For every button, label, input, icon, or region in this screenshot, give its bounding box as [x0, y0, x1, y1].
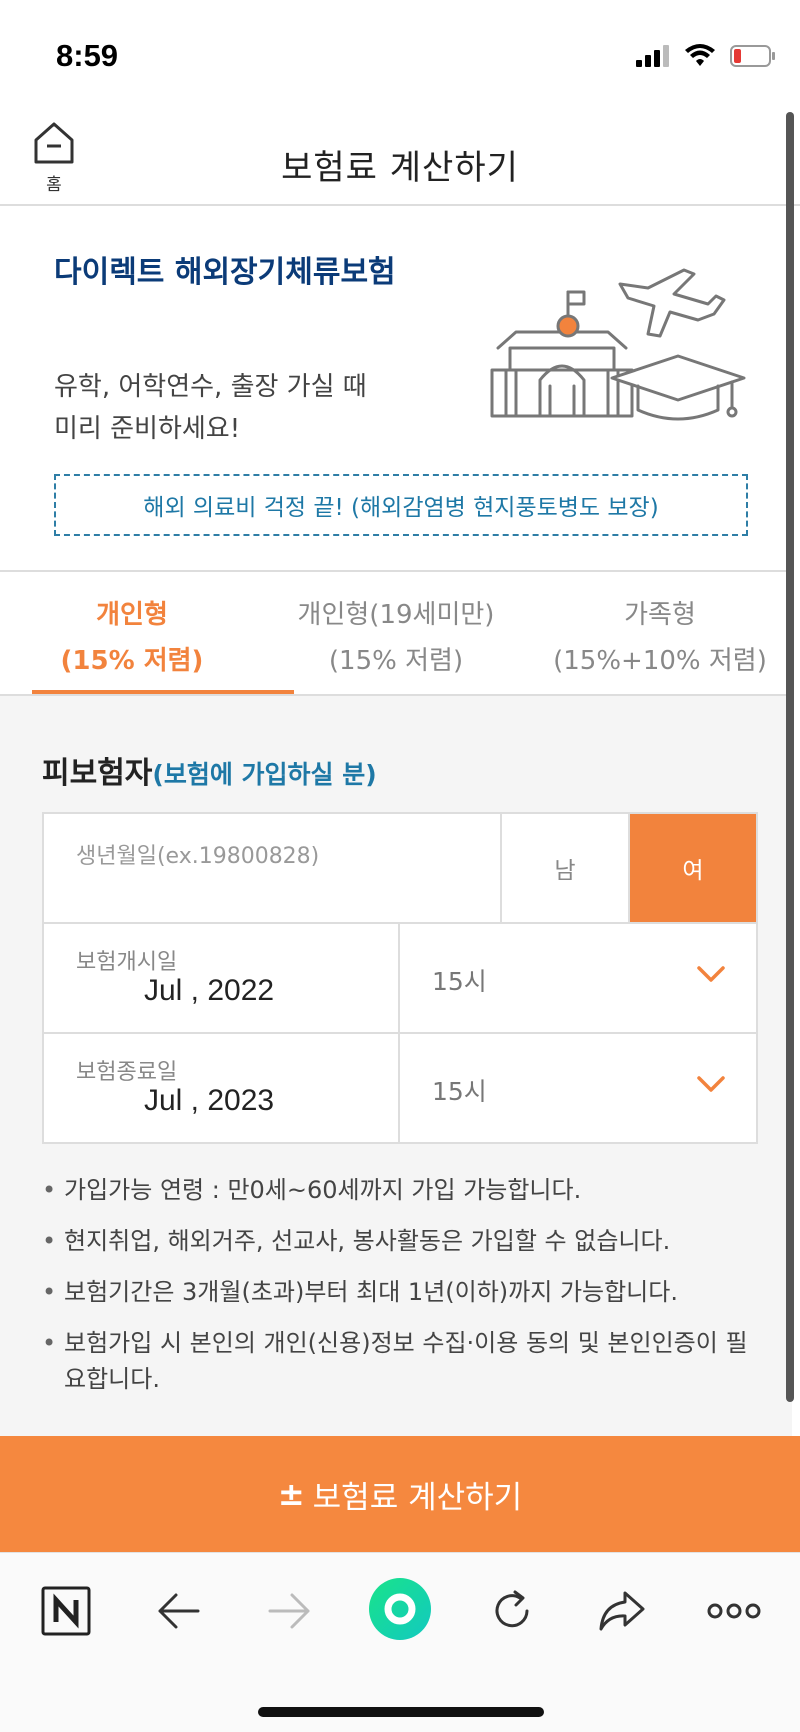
tab-label: 개인형(19세미만) [297, 600, 495, 630]
insured-form: 생년월일(ex.19800828) 남 여 보험개시일 Jul , 2022 1… [42, 812, 758, 1144]
wifi-icon [685, 44, 715, 66]
share-icon [599, 1591, 645, 1631]
end-date-row: 보험종료일 Jul , 2023 15시 [44, 1034, 756, 1144]
eligibility-notes: 가입가능 연령 : 만0세~60세까지 가입 가능합니다. 현지취업, 해외거주… [42, 1172, 762, 1412]
school-airplane-illustration [490, 268, 746, 421]
start-date-value: Jul , 2022 [144, 974, 275, 1007]
insured-form-section: 피보험자(보험에 가입하실 분) 생년월일(ex.19800828) 남 여 보… [0, 696, 792, 1436]
plan-tabs: 개인형 (15% 저렴) 개인형(19세미만) (15% 저렴) 가족형 (15… [0, 572, 792, 696]
green-home-button[interactable] [368, 1577, 432, 1641]
chevron-down-icon [697, 1076, 725, 1092]
back-button[interactable] [148, 1581, 208, 1641]
tab-label: 가족형 [624, 600, 696, 630]
birthdate-placeholder: 생년월일(ex.19800828) [76, 844, 320, 869]
section-title-main: 피보험자 [42, 756, 153, 791]
status-icons [636, 44, 776, 68]
more-icon [707, 1603, 761, 1619]
product-title: 다이렉트 해외장기체류보험 [54, 255, 396, 290]
note-item: 보험가입 시 본인의 개인(신용)정보 수집·이용 동의 및 본인인증이 필요합… [42, 1325, 762, 1397]
naver-n-icon [41, 1586, 91, 1636]
calculate-premium-button[interactable]: ± 보험료 계산하기 [0, 1436, 800, 1552]
calculate-button-label: 보험료 계산하기 [312, 1479, 523, 1516]
coverage-notice: 해외 의료비 걱정 끝! (해외감염병 현지풍토병도 보장) [54, 474, 748, 536]
gender-female-button[interactable]: 여 [630, 814, 756, 922]
forward-arrow-icon [268, 1593, 310, 1629]
signal-icon [636, 45, 669, 67]
start-date-row: 보험개시일 Jul , 2022 15시 [44, 924, 756, 1034]
gender-male-button[interactable]: 남 [502, 814, 630, 922]
birthdate-input[interactable]: 생년월일(ex.19800828) [44, 814, 502, 922]
start-time-value: 15시 [432, 967, 487, 996]
product-subtitle: 유학, 어학연수, 출장 가실 때 미리 준비하세요! [54, 366, 414, 450]
section-title-sub: (보험에 가입하실 분) [152, 760, 377, 789]
battery-icon [730, 45, 775, 67]
browser-toolbar [0, 1552, 800, 1732]
chevron-down-icon [697, 966, 725, 982]
tab-discount: (15% 저렴) [328, 646, 464, 676]
status-time: 8:59 [56, 38, 119, 73]
start-date-field[interactable]: 보험개시일 Jul , 2022 [44, 924, 400, 1032]
scrollbar-thumb[interactable] [786, 112, 794, 1402]
start-time-select[interactable]: 15시 [400, 924, 756, 1032]
tab-individual-under19[interactable]: 개인형(19세미만) (15% 저렴) [264, 572, 528, 696]
end-time-select[interactable]: 15시 [400, 1034, 756, 1142]
subtitle-line: 미리 준비하세요! [54, 414, 241, 444]
tab-discount: (15% 저렴) [60, 646, 204, 676]
home-indicator[interactable] [258, 1707, 544, 1717]
app-header: 홈 보험료 계산하기 [0, 110, 800, 206]
status-bar: 8:59 [0, 0, 800, 110]
forward-button[interactable] [260, 1581, 320, 1641]
end-date-label: 보험종료일 [76, 1060, 178, 1085]
reload-icon [495, 1590, 529, 1628]
back-arrow-icon [158, 1593, 200, 1629]
tab-family[interactable]: 가족형 (15%+10% 저렴) [528, 572, 792, 696]
note-item: 현지취업, 해외거주, 선교사, 봉사활동은 가입할 수 없습니다. [42, 1223, 762, 1259]
share-button[interactable] [592, 1581, 652, 1641]
tab-individual[interactable]: 개인형 (15% 저렴) [0, 572, 294, 696]
hero-banner: 다이렉트 해외장기체류보험 유학, 어학연수, 출장 가실 때 미리 준비하세요… [0, 208, 792, 570]
page-title: 보험료 계산하기 [281, 148, 519, 188]
naver-n-button[interactable] [36, 1581, 96, 1641]
birth-gender-row: 생년월일(ex.19800828) 남 여 [44, 814, 756, 924]
note-item: 보험기간은 3개월(초과)부터 최대 1년(이하)까지 가능합니다. [42, 1274, 762, 1310]
section-title: 피보험자(보험에 가입하실 분) [42, 748, 377, 792]
reload-button[interactable] [482, 1581, 542, 1641]
subtitle-line: 유학, 어학연수, 출장 가실 때 [54, 372, 367, 402]
end-time-value: 15시 [432, 1077, 487, 1106]
plus-minus-icon: ± [277, 1475, 305, 1513]
end-date-field[interactable]: 보험종료일 Jul , 2023 [44, 1034, 400, 1142]
tab-label: 개인형 [96, 600, 168, 630]
end-date-value: Jul , 2023 [144, 1084, 275, 1117]
start-date-label: 보험개시일 [76, 950, 178, 975]
tab-discount: (15%+10% 저렴) [553, 646, 767, 676]
note-item: 가입가능 연령 : 만0세~60세까지 가입 가능합니다. [42, 1172, 762, 1208]
more-button[interactable] [704, 1581, 764, 1641]
green-home-icon [369, 1578, 431, 1640]
